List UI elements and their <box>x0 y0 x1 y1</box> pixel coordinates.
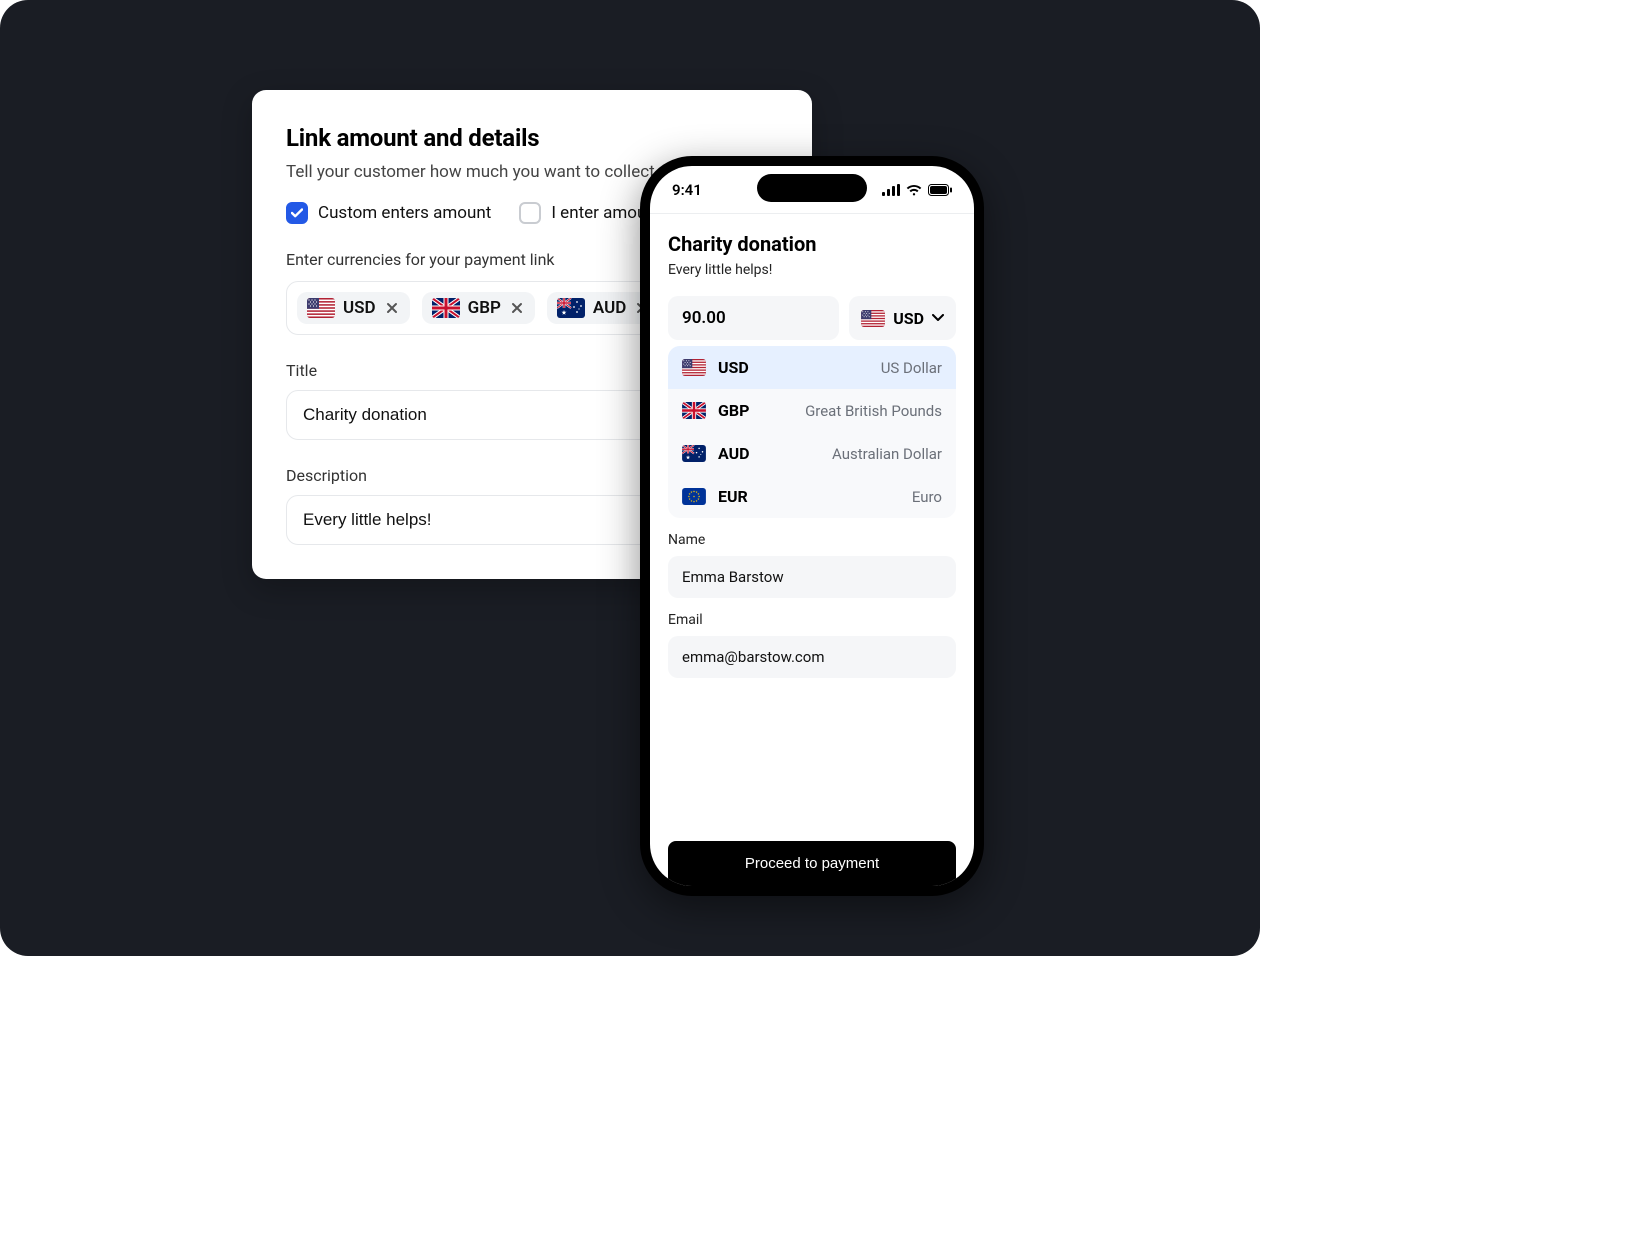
chip-code: USD <box>343 298 376 318</box>
email-label: Email <box>668 612 956 628</box>
option-name: Australian Dollar <box>832 445 942 463</box>
phone-content: Charity donation Every little helps! 90.… <box>650 214 974 825</box>
chip-code: AUD <box>593 298 626 318</box>
status-icons <box>882 184 952 196</box>
panel-heading: Link amount and details <box>286 124 778 152</box>
name-label: Name <box>668 532 956 548</box>
notch-icon <box>757 174 867 202</box>
flag-us-icon <box>861 310 885 327</box>
checkbox-checked-icon <box>286 202 308 224</box>
amount-input[interactable]: 90.00 <box>668 296 839 340</box>
currency-option-aud[interactable]: AUD Australian Dollar <box>668 432 956 475</box>
page-tagline: Every little helps! <box>668 262 956 278</box>
phone-screen: 9:41 Charity donation Every little helps… <box>650 166 974 886</box>
option-name: Euro <box>912 488 942 506</box>
currency-option-gbp[interactable]: GBP Great British Pounds <box>668 389 956 432</box>
option-name: Great British Pounds <box>805 402 942 420</box>
name-value: Emma Barstow <box>682 568 784 586</box>
option-code: EUR <box>718 487 762 506</box>
stage: Link amount and details Tell your custom… <box>0 0 1260 956</box>
flag-us-icon <box>307 298 335 318</box>
remove-chip-icon[interactable] <box>384 300 400 316</box>
battery-icon <box>928 184 952 196</box>
flag-au-icon <box>557 298 585 318</box>
currency-dropdown: USD US Dollar GBP Great British Pounds A… <box>668 346 956 518</box>
flag-us-icon <box>682 359 706 376</box>
option-code: GBP <box>718 401 762 420</box>
option-code: USD <box>718 358 762 377</box>
option-name: US Dollar <box>881 359 942 377</box>
remove-chip-icon[interactable] <box>509 300 525 316</box>
amount-value: 90.00 <box>682 308 726 328</box>
currency-select[interactable]: USD <box>849 296 956 340</box>
flag-au-icon <box>682 445 706 462</box>
flag-gb-icon <box>432 298 460 318</box>
choice-custom-amount[interactable]: Custom enters amount <box>286 202 491 224</box>
page-title: Charity donation <box>668 232 956 256</box>
email-input[interactable]: emma@barstow.com <box>668 636 956 678</box>
proceed-button[interactable]: Proceed to payment <box>668 841 956 886</box>
checkbox-unchecked-icon <box>519 202 541 224</box>
currency-option-eur[interactable]: EUR Euro <box>668 475 956 518</box>
status-time: 9:41 <box>672 181 702 199</box>
phone-frame: 9:41 Charity donation Every little helps… <box>640 156 984 896</box>
chevron-down-icon <box>932 314 944 322</box>
choice-label: Custom enters amount <box>318 203 491 223</box>
currency-code: USD <box>893 309 924 328</box>
currency-chip-gbp[interactable]: GBP <box>422 292 535 324</box>
currency-option-usd[interactable]: USD US Dollar <box>668 346 956 389</box>
flag-eu-icon <box>682 488 706 505</box>
email-value: emma@barstow.com <box>682 648 825 666</box>
flag-gb-icon <box>682 402 706 419</box>
chip-code: GBP <box>468 298 501 318</box>
wifi-icon <box>906 184 922 196</box>
currency-chip-usd[interactable]: USD <box>297 292 410 324</box>
name-input[interactable]: Emma Barstow <box>668 556 956 598</box>
cellular-icon <box>882 184 900 196</box>
option-code: AUD <box>718 444 762 463</box>
